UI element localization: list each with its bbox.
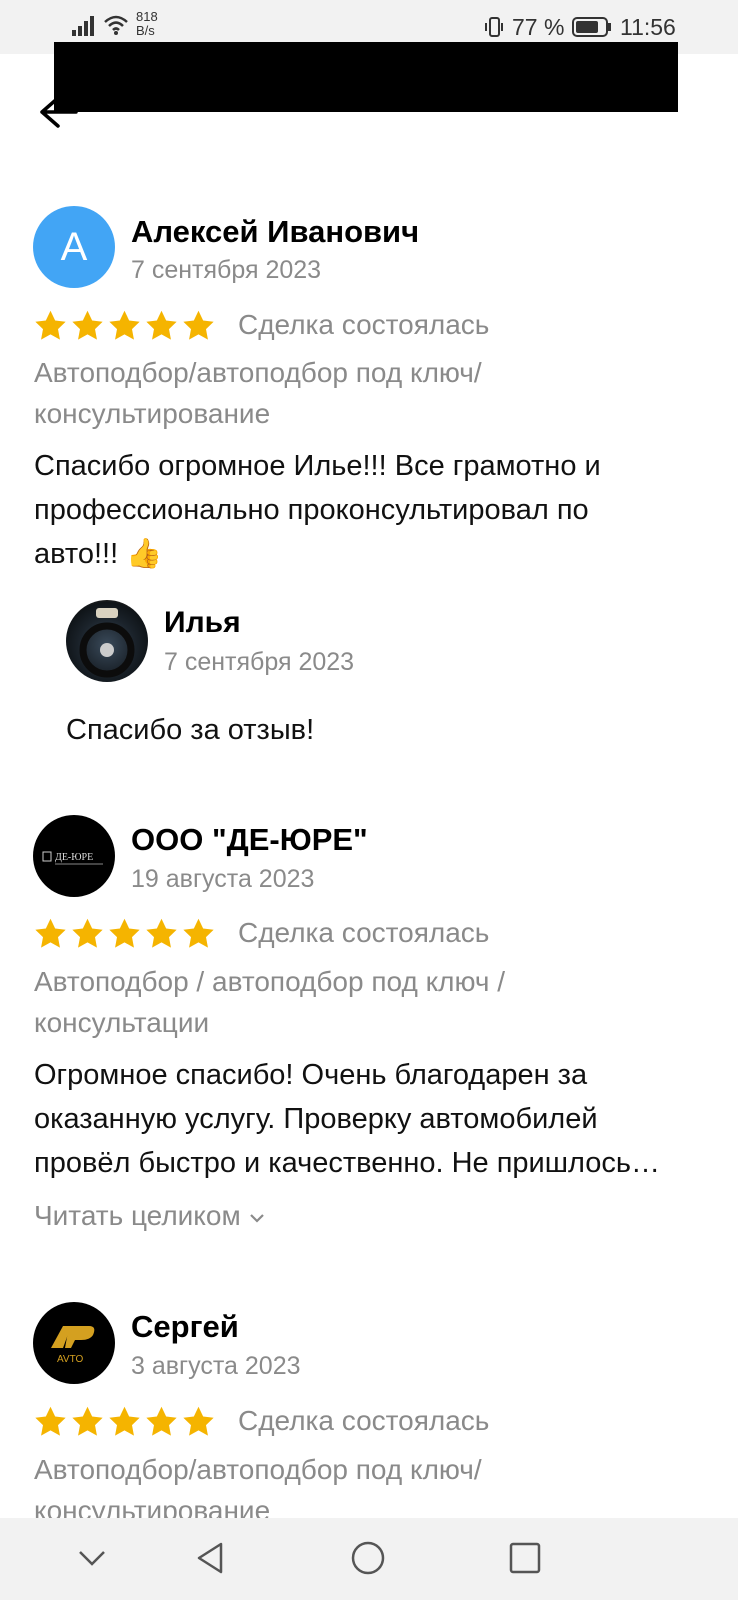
vibrate-icon — [485, 17, 503, 37]
reply-text: Спасибо за отзыв! — [66, 714, 315, 746]
read-more-link[interactable]: Читать целиком — [34, 1200, 266, 1232]
reply-avatar — [66, 600, 148, 682]
text-line: авто!!! 👍 — [34, 538, 163, 570]
system-nav-bar — [0, 1518, 738, 1600]
text-line: оказанную услугу. Проверку автомобилей — [34, 1103, 598, 1135]
review-author[interactable]: Сергей — [131, 1309, 239, 1345]
back-triangle-icon[interactable] — [191, 1538, 231, 1578]
text-line: Огромное спасибо! Очень благодарен за — [34, 1059, 588, 1091]
rating-stars — [32, 308, 217, 344]
steering-wheel-icon — [79, 608, 135, 678]
star-icon — [146, 918, 177, 948]
star-icon — [72, 1406, 103, 1436]
review-text: Огромное спасибо! Очень благодарен за ок… — [34, 1053, 724, 1185]
review-date: 3 августа 2023 — [131, 1352, 301, 1380]
avatar[interactable]: AVTO — [33, 1302, 115, 1384]
category-line: консультации — [34, 1007, 210, 1038]
svg-text:AVTO: AVTO — [57, 1354, 84, 1365]
home-circle-icon[interactable] — [348, 1538, 388, 1578]
star-icon — [146, 310, 177, 340]
category-line: Автоподбор / автоподбор под ключ / — [34, 966, 505, 997]
battery-percent: 77 % — [512, 14, 565, 40]
star-icon — [183, 310, 214, 340]
star-icon — [183, 1406, 214, 1436]
star-icon — [35, 1406, 66, 1436]
reply-author: Илья — [164, 606, 241, 639]
category-line: Автоподбор/автоподбор под ключ/ — [34, 357, 482, 388]
star-icon — [35, 310, 66, 340]
deal-status: Сделка состоялась — [238, 917, 490, 948]
star-icon — [72, 918, 103, 948]
wifi-icon — [104, 15, 128, 35]
clock: 11:56 — [620, 14, 676, 40]
text-line: провёл быстро и качественно. Не пришлось… — [34, 1147, 661, 1179]
back-arrow-icon[interactable] — [36, 92, 78, 132]
star-icon — [109, 918, 140, 948]
avatar[interactable]: ДЕ-ЮРЕ — [33, 815, 115, 897]
review-author[interactable]: Алексей Иванович — [131, 214, 419, 250]
category-line: консультирование — [34, 398, 271, 429]
star-icon — [146, 1406, 177, 1436]
star-icon — [35, 918, 66, 948]
recents-square-icon[interactable] — [505, 1538, 545, 1578]
read-more-label: Читать целиком — [34, 1200, 241, 1231]
reply-date: 7 сентября 2023 — [164, 648, 355, 676]
battery-icon — [572, 17, 611, 37]
deal-status: Сделка состоялась — [238, 309, 490, 340]
redacted-header — [54, 42, 678, 112]
deal-status: Сделка состоялась — [238, 1405, 490, 1436]
avatar[interactable]: А — [33, 206, 115, 288]
service-category: Автоподбор/автоподбор под ключ/ консульт… — [34, 352, 714, 434]
rating-stars — [32, 916, 217, 952]
svg-text:ДЕ-ЮРЕ: ДЕ-ЮРЕ — [55, 852, 93, 863]
star-icon — [72, 310, 103, 340]
star-icon — [183, 918, 214, 948]
review-date: 19 августа 2023 — [131, 865, 315, 893]
text-line: профессионально проконсультировал по — [34, 494, 589, 526]
network-speed: 818 B/s — [136, 10, 158, 38]
star-icon — [109, 1406, 140, 1436]
company-logo: AVTO — [51, 1326, 95, 1365]
review-author[interactable]: ООО "ДЕ-ЮРЕ" — [131, 822, 368, 858]
company-logo: ДЕ-ЮРЕ — [42, 851, 103, 865]
service-category: Автоподбор / автоподбор под ключ / консу… — [34, 961, 714, 1043]
chevron-down-icon — [250, 1213, 265, 1223]
text-line: Спасибо огромное Илье!!! Все грамотно и — [34, 450, 601, 482]
signal-icon — [72, 16, 94, 36]
chevron-down-icon[interactable] — [72, 1538, 112, 1578]
review-date: 7 сентября 2023 — [131, 256, 322, 284]
star-icon — [109, 310, 140, 340]
category-line: Автоподбор/автоподбор под ключ/ — [34, 1454, 482, 1485]
rating-stars — [32, 1404, 217, 1440]
speed-value: 818 — [136, 9, 158, 24]
review-text: Спасибо огромное Илье!!! Все грамотно и … — [34, 444, 724, 576]
speed-unit: B/s — [136, 23, 155, 38]
